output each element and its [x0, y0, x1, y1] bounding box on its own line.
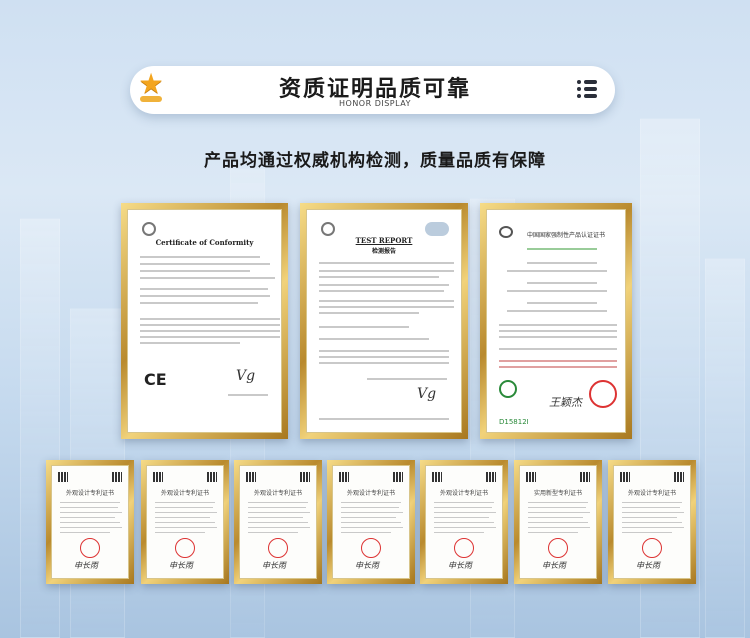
- ccc-certificate: 中国国家强制性产品认证证书 王颖杰 D15812I: [480, 203, 632, 439]
- patent-certificate: 外观设计专利证书申长雨: [234, 460, 322, 584]
- qr-code: [112, 472, 122, 482]
- signature: 申长雨: [542, 561, 566, 570]
- patent-title: 外观设计专利证书: [346, 490, 395, 497]
- ce-certificate-title: Certificate of Conformity: [155, 238, 254, 247]
- red-seal: [175, 538, 195, 558]
- signature: 申长雨: [636, 561, 660, 570]
- red-seal: [454, 538, 474, 558]
- ce-mark: CE: [144, 370, 167, 389]
- signature: 申长雨: [355, 561, 379, 570]
- qr-code: [486, 472, 496, 482]
- qr-code: [339, 472, 349, 482]
- signature: 申长雨: [262, 561, 286, 570]
- patent-title: 外观设计专利证书: [253, 490, 302, 497]
- qr-code: [58, 472, 68, 482]
- red-seal: [80, 538, 100, 558]
- headline: 产品均通过权威机构检测，质量品质有保障: [204, 151, 546, 171]
- accreditation-logo: [425, 222, 449, 236]
- ccc-certificate-title: 中国国家强制性产品认证证书: [526, 232, 605, 239]
- signature: 申长雨: [74, 561, 98, 570]
- patent-title: 实用新型专利证书: [533, 490, 582, 497]
- patent-certificate: 外观设计专利证书申长雨: [46, 460, 134, 584]
- lab-logo: [321, 222, 335, 236]
- signature: 申长雨: [169, 561, 193, 570]
- red-seal: [268, 538, 288, 558]
- ce-certificate: Certificate of Conformity CE Vg: [121, 203, 288, 439]
- signature: Vg: [417, 386, 437, 402]
- qr-code: [674, 472, 684, 482]
- signature: 王颖杰: [549, 396, 582, 409]
- lab-logo: [142, 222, 156, 236]
- red-seal: [589, 380, 617, 408]
- section-subtitle: HONOR DISPLAY: [339, 99, 411, 108]
- red-seal: [361, 538, 381, 558]
- patent-title: 外观设计专利证书: [160, 490, 209, 497]
- qr-code: [580, 472, 590, 482]
- patent-title: 外观设计专利证书: [627, 490, 676, 497]
- qr-code: [207, 472, 217, 482]
- qr-code: [153, 472, 163, 482]
- signature: 申长雨: [448, 561, 472, 570]
- qr-code: [620, 472, 630, 482]
- patent-certificate: 外观设计专利证书申长雨: [327, 460, 415, 584]
- signature: Vg: [236, 368, 256, 384]
- red-seal: [548, 538, 568, 558]
- dots-menu-icon: [577, 80, 597, 98]
- test-report-title: TEST REPORT: [355, 236, 413, 245]
- certificate-code: D15812I: [499, 418, 529, 426]
- qr-code: [432, 472, 442, 482]
- qr-code: [526, 472, 536, 482]
- test-report-subtitle: 检测报告: [371, 248, 396, 255]
- cqc-logo: [499, 380, 517, 398]
- patent-title: 外观设计专利证书: [439, 490, 488, 497]
- patent-certificate: 外观设计专利证书申长雨: [608, 460, 696, 584]
- red-seal: [642, 538, 662, 558]
- patent-title: 外观设计专利证书: [65, 490, 114, 497]
- qr-code: [246, 472, 256, 482]
- patent-certificate: 外观设计专利证书申长雨: [141, 460, 229, 584]
- qr-code: [300, 472, 310, 482]
- qr-code: [393, 472, 403, 482]
- patent-certificate: 外观设计专利证书申长雨: [420, 460, 508, 584]
- test-report-certificate: TEST REPORT 检测报告 Vg: [300, 203, 468, 439]
- patent-certificate: 实用新型专利证书申长雨: [514, 460, 602, 584]
